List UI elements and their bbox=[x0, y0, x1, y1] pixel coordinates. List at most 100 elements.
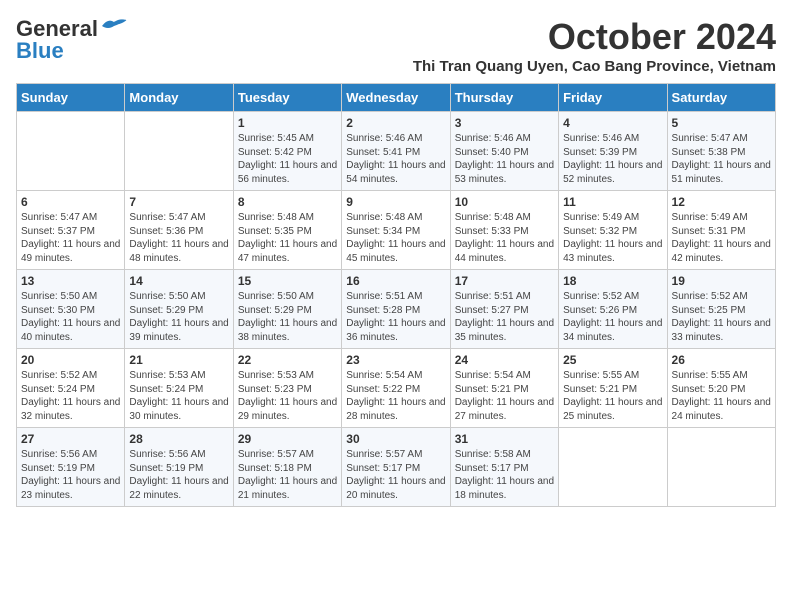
day-number: 7 bbox=[129, 195, 228, 209]
day-header-sunday: Sunday bbox=[17, 84, 125, 112]
cell-info: Sunrise: 5:49 AM bbox=[672, 211, 771, 225]
day-number: 6 bbox=[21, 195, 120, 209]
cell-info: Daylight: 11 hours and 27 minutes. bbox=[455, 396, 554, 423]
cell-info: Sunrise: 5:50 AM bbox=[129, 290, 228, 304]
cell-info: Daylight: 11 hours and 38 minutes. bbox=[238, 317, 337, 344]
calendar-cell: 7Sunrise: 5:47 AMSunset: 5:36 PMDaylight… bbox=[125, 191, 233, 270]
cell-info: Sunset: 5:37 PM bbox=[21, 225, 120, 239]
cell-info: Daylight: 11 hours and 20 minutes. bbox=[346, 475, 445, 502]
cell-info: Sunset: 5:31 PM bbox=[672, 225, 771, 239]
cell-info: Daylight: 11 hours and 51 minutes. bbox=[672, 159, 771, 186]
cell-info: Sunset: 5:17 PM bbox=[455, 462, 554, 476]
cell-info: Daylight: 11 hours and 22 minutes. bbox=[129, 475, 228, 502]
cell-info: Sunset: 5:36 PM bbox=[129, 225, 228, 239]
cell-info: Sunset: 5:29 PM bbox=[238, 304, 337, 318]
calendar-cell: 31Sunrise: 5:58 AMSunset: 5:17 PMDayligh… bbox=[450, 428, 558, 507]
day-number: 19 bbox=[672, 274, 771, 288]
calendar-cell: 13Sunrise: 5:50 AMSunset: 5:30 PMDayligh… bbox=[17, 270, 125, 349]
calendar-cell: 21Sunrise: 5:53 AMSunset: 5:24 PMDayligh… bbox=[125, 349, 233, 428]
cell-info: Sunset: 5:30 PM bbox=[21, 304, 120, 318]
calendar-cell: 3Sunrise: 5:46 AMSunset: 5:40 PMDaylight… bbox=[450, 112, 558, 191]
calendar-cell: 9 Sunrise: 5:48 AMSunset: 5:34 PMDaylight… bbox=[342, 191, 450, 270]
cell-info: Sunset: 5:33 PM bbox=[455, 225, 554, 239]
cell-info: Sunrise: 5:46 AM bbox=[563, 132, 662, 146]
calendar-subtitle: Thi Tran Quang Uyen, Cao Bang Province, … bbox=[413, 58, 776, 75]
day-header-saturday: Saturday bbox=[667, 84, 775, 112]
day-number: 17 bbox=[455, 274, 554, 288]
cell-info: Daylight: 11 hours and 48 minutes. bbox=[129, 238, 228, 265]
cell-info: Sunset: 5:34 PM bbox=[346, 225, 445, 239]
cell-info: Daylight: 11 hours and 30 minutes. bbox=[129, 396, 228, 423]
cell-info: Daylight: 11 hours and 53 minutes. bbox=[455, 159, 554, 186]
logo-blue: Blue bbox=[16, 38, 64, 64]
calendar-header-row: SundayMondayTuesdayWednesdayThursdayFrid… bbox=[17, 84, 776, 112]
cell-info: Daylight: 11 hours and 24 minutes. bbox=[672, 396, 771, 423]
day-number: 15 bbox=[238, 274, 337, 288]
month-title: October 2024 bbox=[413, 16, 776, 58]
calendar-week-1: 1Sunrise: 5:45 AMSunset: 5:42 PMDaylight… bbox=[17, 112, 776, 191]
cell-info: Sunrise: 5:48 AM bbox=[346, 211, 445, 225]
cell-info: Daylight: 11 hours and 21 minutes. bbox=[238, 475, 337, 502]
calendar-week-5: 27Sunrise: 5:56 AMSunset: 5:19 PMDayligh… bbox=[17, 428, 776, 507]
cell-info: Sunrise: 5:53 AM bbox=[129, 369, 228, 383]
calendar-week-4: 20Sunrise: 5:52 AMSunset: 5:24 PMDayligh… bbox=[17, 349, 776, 428]
cell-info: Sunset: 5:19 PM bbox=[129, 462, 228, 476]
cell-info: Daylight: 11 hours and 52 minutes. bbox=[563, 159, 662, 186]
day-number: 27 bbox=[21, 432, 120, 446]
cell-info: Sunset: 5:39 PM bbox=[563, 146, 662, 160]
calendar-cell: 14Sunrise: 5:50 AMSunset: 5:29 PMDayligh… bbox=[125, 270, 233, 349]
cell-info: Daylight: 11 hours and 40 minutes. bbox=[21, 317, 120, 344]
day-number: 14 bbox=[129, 274, 228, 288]
day-number: 21 bbox=[129, 353, 228, 367]
day-number: 18 bbox=[563, 274, 662, 288]
calendar-cell: 26Sunrise: 5:55 AMSunset: 5:20 PMDayligh… bbox=[667, 349, 775, 428]
calendar-cell: 12Sunrise: 5:49 AMSunset: 5:31 PMDayligh… bbox=[667, 191, 775, 270]
cell-info: Sunrise: 5:47 AM bbox=[672, 132, 771, 146]
calendar-cell: 16Sunrise: 5:51 AMSunset: 5:28 PMDayligh… bbox=[342, 270, 450, 349]
cell-info: Sunrise: 5:56 AM bbox=[21, 448, 120, 462]
calendar-table: SundayMondayTuesdayWednesdayThursdayFrid… bbox=[16, 83, 776, 507]
cell-info: Daylight: 11 hours and 23 minutes. bbox=[21, 475, 120, 502]
cell-info: Sunrise: 5:50 AM bbox=[21, 290, 120, 304]
cell-info: Sunset: 5:28 PM bbox=[346, 304, 445, 318]
cell-info: Sunrise: 5:57 AM bbox=[346, 448, 445, 462]
cell-info: Sunset: 5:27 PM bbox=[455, 304, 554, 318]
calendar-cell: 1Sunrise: 5:45 AMSunset: 5:42 PMDaylight… bbox=[233, 112, 341, 191]
calendar-cell: 15 Sunrise: 5:50 AMSunset: 5:29 PMDayligh… bbox=[233, 270, 341, 349]
cell-info: Sunrise: 5:51 AM bbox=[455, 290, 554, 304]
cell-info: Sunset: 5:21 PM bbox=[563, 383, 662, 397]
cell-info: Sunrise: 5:58 AM bbox=[455, 448, 554, 462]
cell-info: Sunset: 5:26 PM bbox=[563, 304, 662, 318]
day-header-thursday: Thursday bbox=[450, 84, 558, 112]
calendar-cell: 5Sunrise: 5:47 AMSunset: 5:38 PMDaylight… bbox=[667, 112, 775, 191]
calendar-cell: 22Sunrise: 5:53 AMSunset: 5:23 PMDayligh… bbox=[233, 349, 341, 428]
calendar-cell: 4Sunrise: 5:46 AMSunset: 5:39 PMDaylight… bbox=[559, 112, 667, 191]
day-number: 1 bbox=[238, 116, 337, 130]
cell-info: Daylight: 11 hours and 45 minutes. bbox=[346, 238, 445, 265]
cell-info: Sunset: 5:40 PM bbox=[455, 146, 554, 160]
day-number: 9 bbox=[346, 195, 445, 209]
calendar-cell: 17Sunrise: 5:51 AMSunset: 5:27 PMDayligh… bbox=[450, 270, 558, 349]
cell-info: Daylight: 11 hours and 39 minutes. bbox=[129, 317, 228, 344]
cell-info: Sunset: 5:20 PM bbox=[672, 383, 771, 397]
cell-info: Sunrise: 5:50 AM bbox=[238, 290, 337, 304]
day-number: 16 bbox=[346, 274, 445, 288]
cell-info: Sunrise: 5:52 AM bbox=[21, 369, 120, 383]
cell-info: Daylight: 11 hours and 33 minutes. bbox=[672, 317, 771, 344]
cell-info: Daylight: 11 hours and 34 minutes. bbox=[563, 317, 662, 344]
title-block: October 2024 Thi Tran Quang Uyen, Cao Ba… bbox=[413, 16, 776, 75]
day-number: 5 bbox=[672, 116, 771, 130]
calendar-cell: 20Sunrise: 5:52 AMSunset: 5:24 PMDayligh… bbox=[17, 349, 125, 428]
calendar-week-3: 13Sunrise: 5:50 AMSunset: 5:30 PMDayligh… bbox=[17, 270, 776, 349]
cell-info: Daylight: 11 hours and 25 minutes. bbox=[563, 396, 662, 423]
calendar-cell bbox=[667, 428, 775, 507]
day-header-wednesday: Wednesday bbox=[342, 84, 450, 112]
cell-info: Daylight: 11 hours and 47 minutes. bbox=[238, 238, 337, 265]
cell-info: Sunrise: 5:46 AM bbox=[346, 132, 445, 146]
cell-info: Daylight: 11 hours and 32 minutes. bbox=[21, 396, 120, 423]
cell-info: Sunrise: 5:46 AM bbox=[455, 132, 554, 146]
day-number: 11 bbox=[563, 195, 662, 209]
day-number: 28 bbox=[129, 432, 228, 446]
cell-info: Sunset: 5:21 PM bbox=[455, 383, 554, 397]
day-number: 24 bbox=[455, 353, 554, 367]
